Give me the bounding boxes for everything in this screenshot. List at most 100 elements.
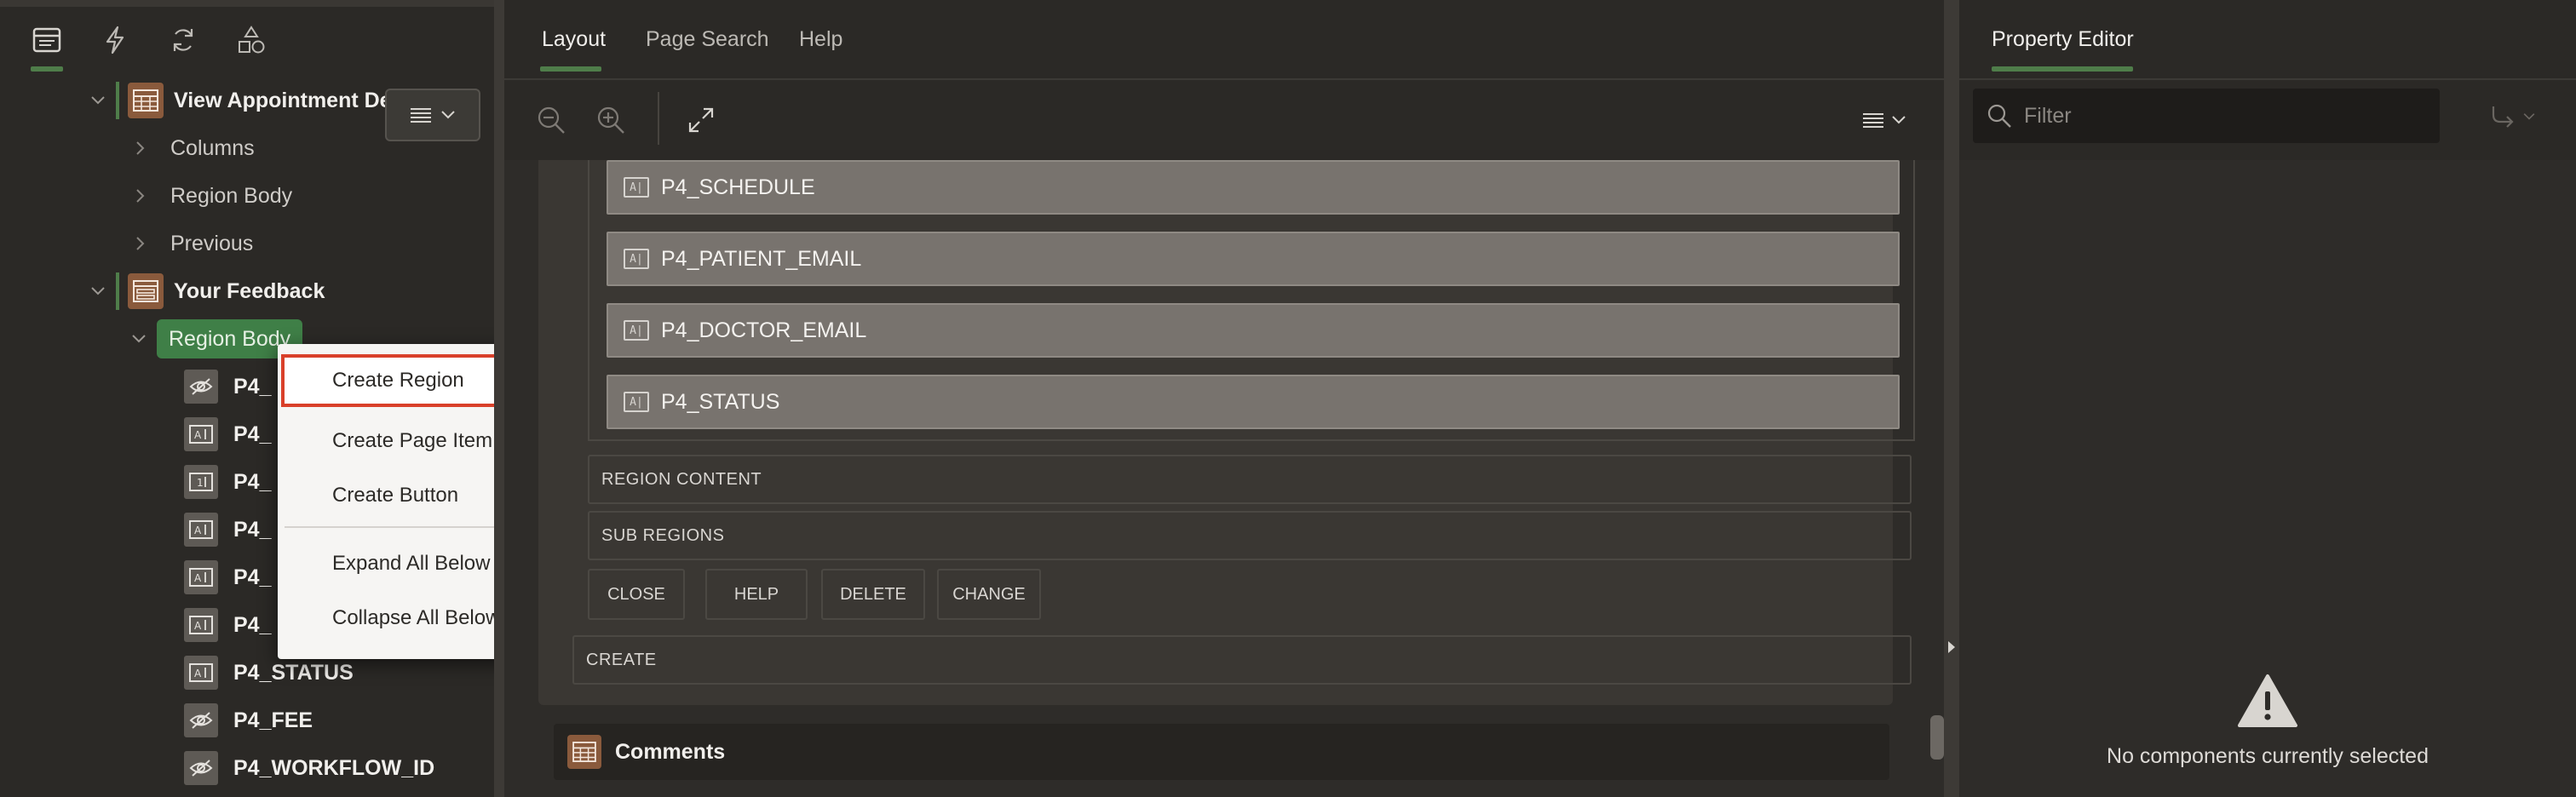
go-to-group-button[interactable] [2470, 95, 2556, 138]
text-item-icon: A [184, 560, 218, 594]
tree-node-region-body-selected[interactable]: Region Body [126, 315, 303, 363]
zoom-out-icon[interactable] [530, 99, 572, 141]
toolbar-divider [658, 92, 659, 145]
shared-components-tab-icon[interactable] [230, 19, 273, 61]
page-item-block[interactable]: A| P4_SCHEDULE [607, 160, 1900, 215]
tab-page-search[interactable]: Page Search [646, 27, 769, 52]
page-item-row[interactable]: A P4_ [184, 601, 271, 649]
page-item-name: P4_SCHEDULE [661, 175, 815, 199]
button-slot-change[interactable]: CHANGE [937, 569, 1041, 620]
center-panel: Layout Page Search Help A| P4_SCHEDULE A| P… [504, 0, 1944, 797]
page-item-name: P4_DOCTOR_EMAIL [661, 318, 867, 342]
page-item-row[interactable]: P4_FEE [184, 697, 313, 744]
tab-layout[interactable]: Layout [542, 27, 606, 52]
tree-node-region-body[interactable]: Region Body [128, 172, 292, 220]
page-item-row[interactable]: 1 P4_ [184, 458, 271, 506]
tree-node-label: Previous [170, 231, 254, 255]
button-slot-help[interactable]: HELP [705, 569, 808, 620]
scrollbar-thumb[interactable] [1930, 715, 1944, 760]
hidden-item-icon [184, 370, 218, 404]
layout-menu-button[interactable] [1850, 99, 1918, 141]
processing-tab-icon[interactable] [162, 19, 204, 61]
hidden-item-icon [184, 703, 218, 737]
page-item-label: P4_FEE [233, 708, 313, 732]
page-item-row[interactable]: A P4_ [184, 553, 271, 601]
zoom-in-icon[interactable] [589, 99, 632, 141]
active-tab-indicator [1992, 66, 2133, 72]
page-item-label: P4_ [233, 421, 272, 446]
page-item-block[interactable]: A| P4_PATIENT_EMAIL [607, 232, 1900, 286]
slot-sub-regions[interactable]: SUB REGIONS [588, 511, 1912, 560]
svg-text:A: A [194, 620, 202, 632]
region-title: Comments [615, 739, 726, 764]
page-item-name: P4_STATUS [661, 389, 780, 414]
chevron-right-icon[interactable] [128, 140, 153, 156]
collapse-arrow-icon [1948, 641, 1955, 653]
property-editor-title[interactable]: Property Editor [1992, 27, 2134, 52]
chevron-right-icon[interactable] [128, 236, 153, 251]
chevron-down-icon [441, 111, 455, 119]
hidden-item-icon [184, 751, 218, 785]
page-item-label: P4_ [233, 565, 272, 589]
report-region-icon [128, 83, 164, 118]
svg-text:A: A [194, 572, 202, 584]
text-item-icon: A [184, 417, 218, 451]
chevron-right-icon[interactable] [128, 188, 153, 204]
page-item-row[interactable]: A P4_ [184, 410, 271, 458]
slot-create[interactable]: CREATE [572, 635, 1912, 685]
page-item-label: P4_ [233, 517, 272, 542]
tree-node-your-feedback[interactable]: Your Feedback [85, 267, 325, 315]
svg-text:A: A [194, 429, 202, 441]
text-item-icon: A| [624, 392, 649, 412]
panel-splitter[interactable] [1944, 0, 1959, 797]
return-arrow-icon [2492, 106, 2514, 128]
svg-text:1: 1 [197, 477, 204, 489]
text-item-icon: A| [624, 249, 649, 269]
text-item-icon: A [184, 608, 218, 642]
page-item-block[interactable]: A| P4_DOCTOR_EMAIL [607, 303, 1900, 358]
active-tab-indicator [31, 66, 63, 72]
page-item-row[interactable]: P4_ [184, 363, 271, 410]
search-icon [1987, 104, 2011, 128]
page-item-label: P4_WORKFLOW_ID [233, 755, 435, 780]
tree-node-label: Columns [170, 135, 255, 160]
tree-node-label: Region Body [170, 183, 293, 208]
page-item-row[interactable]: P4_WORKFLOW_ID [184, 744, 434, 792]
chevron-down-icon[interactable] [126, 334, 152, 344]
rendering-tab-icon[interactable] [26, 19, 68, 61]
button-slot-delete[interactable]: DELETE [821, 569, 925, 620]
text-item-icon: A [184, 656, 218, 690]
dynamic-actions-tab-icon[interactable] [94, 19, 136, 61]
chevron-down-icon[interactable] [85, 95, 111, 106]
top-border [0, 0, 494, 7]
button-slot-close[interactable]: CLOSE [588, 569, 685, 620]
tree-node-previous[interactable]: Previous [128, 220, 253, 267]
chevron-down-icon [2523, 113, 2535, 120]
layout-canvas: A| P4_SCHEDULE A| P4_PATIENT_EMAIL A| P4_DOCT… [538, 160, 1915, 705]
svg-text:A: A [194, 668, 202, 679]
panel-splitter[interactable] [494, 0, 504, 797]
tab-help[interactable]: Help [799, 27, 842, 52]
text-item-icon: A| [624, 177, 649, 198]
filter-field[interactable] [1973, 89, 2440, 143]
empty-state-message: No components currently selected [2107, 744, 2429, 768]
page-item-label: P4_ [233, 469, 272, 494]
slot-region-content[interactable]: REGION CONTENT [588, 455, 1912, 504]
tree-node-columns[interactable]: Columns [128, 124, 255, 172]
svg-text:A: A [194, 525, 202, 536]
active-tab-indicator [540, 66, 601, 72]
region-comments[interactable]: Comments [554, 724, 1889, 780]
page-item-block[interactable]: A| P4_STATUS [607, 375, 1900, 429]
tree-node-view-appointment-details[interactable]: View Appointment Details [85, 77, 434, 124]
property-editor-panel: Property Editor No components currently … [1959, 0, 2576, 797]
report-region-icon [567, 735, 601, 769]
filter-input[interactable] [2024, 103, 2424, 129]
tree-marker [116, 82, 119, 119]
page-item-row[interactable]: A P4_ [184, 506, 271, 553]
page-item-name: P4_PATIENT_EMAIL [661, 246, 862, 271]
tree-menu-button[interactable] [385, 89, 480, 141]
tree-marker [116, 272, 119, 310]
chevron-down-icon[interactable] [85, 286, 111, 296]
page-item-label: P4_ [233, 612, 272, 637]
expand-icon[interactable] [680, 99, 722, 141]
